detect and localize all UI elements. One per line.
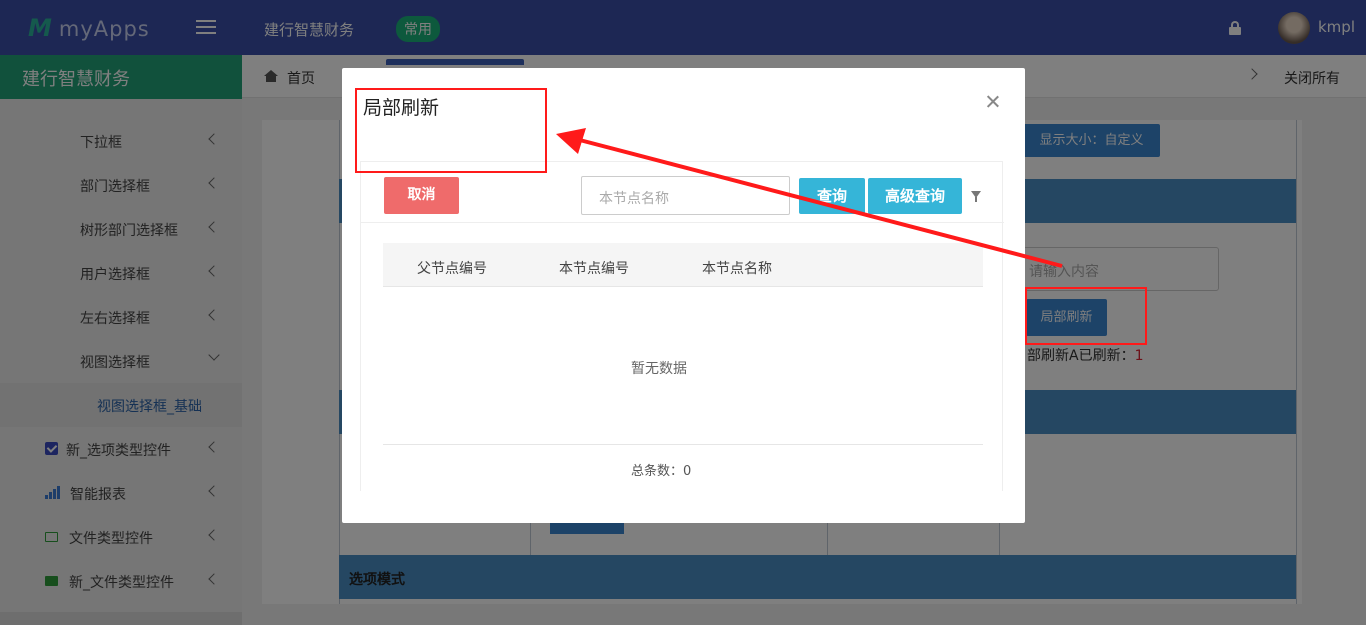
- annotation-arrow: [556, 128, 1063, 268]
